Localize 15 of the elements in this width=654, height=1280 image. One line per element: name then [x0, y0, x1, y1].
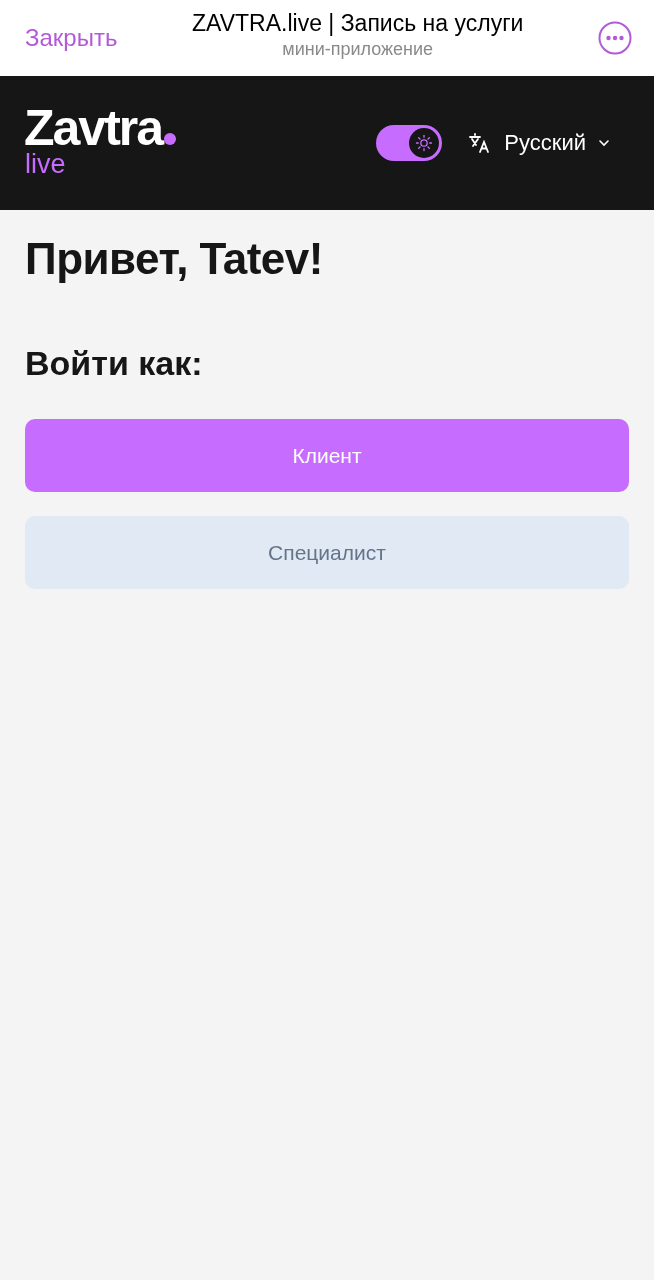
theme-toggle[interactable]: [376, 125, 443, 161]
chevron-down-icon: [598, 139, 610, 147]
logo-wordmark: Zavtra: [24, 105, 163, 151]
logo-subtitle: live: [25, 151, 67, 177]
more-icon[interactable]: [598, 21, 632, 55]
dot-icon: [164, 133, 177, 145]
window-subtitle: мини-приложение: [282, 39, 434, 60]
window-title: ZAVTRA.live | Запись на услуги: [192, 10, 524, 37]
sun-icon: [409, 128, 440, 158]
language-select[interactable]: Русский: [468, 130, 610, 156]
role-button[interactable]: Специалист: [25, 516, 629, 589]
greeting-heading: Привет, Tatev!: [25, 234, 324, 284]
close-link[interactable]: Закрыть: [25, 24, 118, 52]
role-button[interactable]: Клиент: [25, 419, 629, 492]
login-prompt: Войти как:: [25, 344, 204, 383]
